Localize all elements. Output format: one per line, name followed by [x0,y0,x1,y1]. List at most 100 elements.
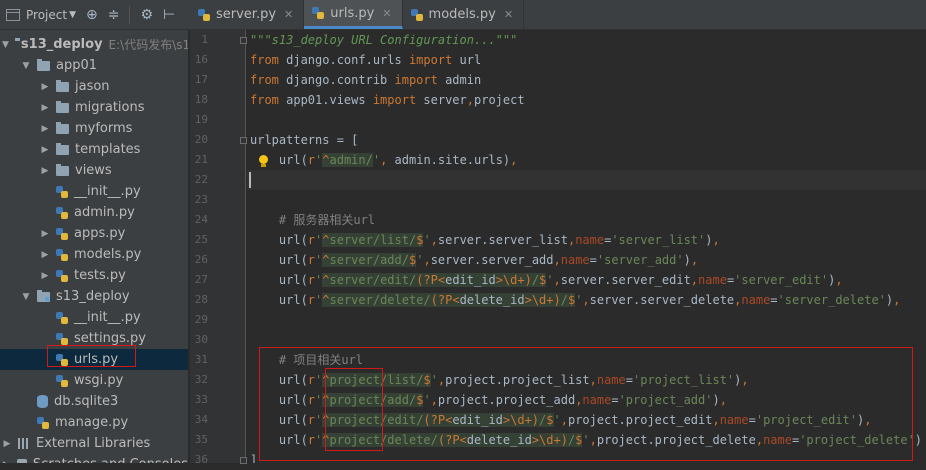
expand-arrow-icon[interactable]: ▶ [40,229,50,239]
python-file-icon [56,185,68,198]
tree-item[interactable]: ▶wsgi.py [0,370,188,391]
tree-item[interactable]: ▶urls.py [0,349,188,370]
fold-marker-icon[interactable] [240,37,247,44]
tab-urls-py[interactable]: urls.py ✕ [304,0,403,29]
tree-item[interactable]: ▶ Scratches and Consoles [0,454,188,463]
tree-item-label: admin.py [74,205,135,220]
gear-icon[interactable]: ⚙ [140,7,153,23]
tab-label: server.py [216,7,277,22]
top-bar: Project ▼ ⊕ ≑ ⚙ ⊢ server.py ✕ urls.py ✕ mode… [0,0,926,30]
tree-item[interactable]: ▶ migrations [0,97,188,118]
python-file-icon [312,7,325,19]
code-line: url(r'^server/list/$',server.server_list… [250,233,720,247]
close-icon[interactable]: ✕ [284,8,293,21]
python-file-icon [56,353,68,366]
tree-item[interactable]: ▼ app01 [0,55,188,76]
python-file-icon [56,206,68,219]
tree-item[interactable]: ▶ views [0,160,188,181]
tree-item[interactable]: ▶ apps.py [0,223,188,244]
line-number: 29 [194,313,208,326]
line-number: 32 [194,373,208,386]
tree-item[interactable]: ▶ templates [0,139,188,160]
line-number: 35 [194,433,208,446]
code-editor[interactable]: """s13_deploy URL Configuration...""" fro… [247,30,926,463]
expand-arrow-icon[interactable]: ▶ [40,271,50,281]
project-panel-title[interactable]: Project [26,8,67,22]
code-line: urlpatterns = [ [250,133,359,147]
tree-item[interactable]: ▼ s13_deploy E:\代码发布\s1 [0,34,188,55]
tree-item[interactable]: ▶__init__.py [0,181,188,202]
expand-arrow-icon[interactable]: ▶ [40,124,50,134]
expand-arrow-icon[interactable]: ▶ [40,103,50,113]
tree-item-path: E:\代码发布\s1 [108,38,188,52]
folder-icon [56,142,69,155]
tab-models-py[interactable]: models.py ✕ [403,0,525,29]
line-number: 17 [194,73,208,86]
code-line: url(r'^project/delete/(?P<delete_id>\d+)… [250,433,923,447]
expand-arrow-icon[interactable]: ▼ [21,292,31,302]
code-line: from app01.views import server,project [250,93,525,107]
tree-item[interactable]: ▼ s13_deploy [0,286,188,307]
tree-item-label: manage.py [55,415,129,430]
expand-arrow-icon[interactable]: ▶ [40,166,50,176]
code-line: from django.conf.urls import url [250,53,482,67]
expand-arrow-icon[interactable]: ▼ [2,40,9,50]
tree-item[interactable]: ▶ models.py [0,244,188,265]
line-number: 34 [194,413,208,426]
tree-item[interactable]: ▶settings.py [0,328,188,349]
library-icon [18,438,30,449]
tree-item-label: models.py [74,247,142,262]
line-number: 18 [194,93,208,106]
close-icon[interactable]: ✕ [382,7,391,20]
expand-arrow-icon[interactable]: ▶ [2,460,11,464]
python-file-icon [410,8,423,21]
line-number: 24 [194,213,208,226]
tree-item-label: __init__.py [74,310,141,325]
expand-arrow-icon[interactable]: ▶ [40,82,50,92]
tree-item-label: s13_deploy [20,37,103,52]
tab-server-py[interactable]: server.py ✕ [190,0,305,29]
python-file-icon [56,269,68,282]
code-line: url(r'^project/list/$',project.project_l… [250,373,749,387]
code-line: ] [250,453,258,463]
tree-item-label: settings.py [74,331,146,346]
python-file-icon [56,311,68,324]
tree-item[interactable]: ▶ External Libraries [0,433,188,454]
tree-item[interactable]: ▶manage.py [0,412,188,433]
scratches-icon [16,458,27,463]
line-number: 16 [194,53,208,66]
tree-item[interactable]: ▶ myforms [0,118,188,139]
folder-icon [56,163,69,176]
expand-arrow-icon[interactable]: ▶ [40,145,50,155]
expand-arrow-icon[interactable]: ▶ [2,439,12,449]
collapse-all-icon[interactable]: ≑ [108,7,120,23]
tree-item[interactable]: ▶ tests.py [0,265,188,286]
line-number: 30 [194,333,208,346]
code-line: url(r'^server/edit/(?P<edit_id>\d+)/$',s… [250,273,843,287]
line-number: 21 [194,153,208,166]
expand-arrow-icon[interactable]: ▶ [40,250,50,260]
tree-item[interactable]: ▶ jason [0,76,188,97]
code-line: """s13_deploy URL Configuration...""" [250,33,518,47]
hide-panel-icon[interactable]: ⊢ [163,7,175,23]
code-line: url(r'^admin/', admin.site.urls), [250,153,518,167]
expand-arrow-icon[interactable]: ▼ [21,61,31,71]
lightbulb-icon[interactable] [259,155,268,167]
python-file-icon [56,332,68,345]
tree-item[interactable]: ▶db.sqlite3 [0,391,188,412]
python-file-icon [56,374,68,387]
fold-marker-icon[interactable] [240,137,247,144]
tab-label: urls.py [330,5,375,21]
divider [129,5,131,24]
tree-item[interactable]: ▶__init__.py [0,307,188,328]
line-number-gutter: 1 16 17 18 19 20 21 22 23 24 25 26 27 28 29 30 31 32 33 34 3… [190,30,247,466]
database-icon [37,395,48,408]
tab-label: models.py [428,7,496,22]
chevron-down-icon[interactable]: ▼ [69,10,76,20]
package-folder-icon [37,289,50,302]
close-icon[interactable]: ✕ [504,8,513,21]
locate-icon[interactable]: ⊕ [86,7,98,23]
tree-item-label: myforms [75,121,133,136]
tree-item[interactable]: ▶admin.py [0,202,188,223]
line-number: 1 [201,33,208,46]
